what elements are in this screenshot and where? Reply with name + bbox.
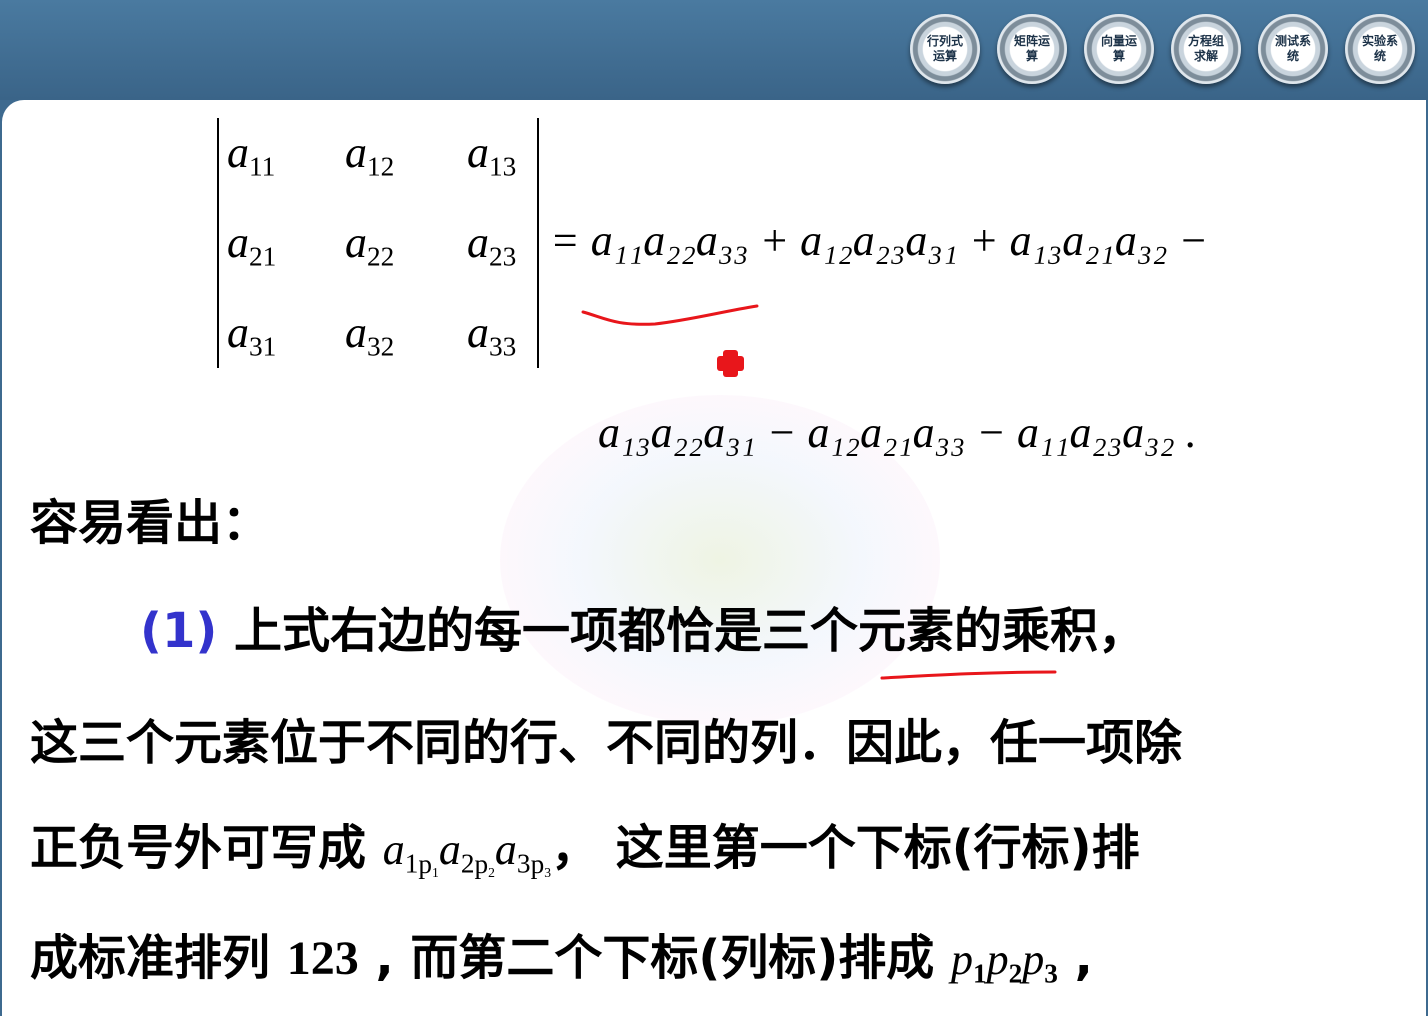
text-segment: , 而第二个下标(列标)排成 [375, 930, 935, 986]
column-permutation: p1p2p3 [951, 935, 1058, 989]
item-line-4: 成标准排列 123 , 而第二个下标(列标)排成 p1p2p3 , [30, 930, 1093, 1002]
item-line-2: 这三个元素位于不同的行、不同的列．因此，任一项除 [30, 715, 1183, 771]
text-segment: 正负号外可写成 [30, 820, 367, 876]
intro-text: 容易看出： [30, 495, 271, 551]
text-segment: , [1074, 930, 1093, 986]
item-text: 上式右边的每一项都恰是三个元素的乘积， [234, 603, 1147, 659]
text-segment: 成标准排列 [30, 930, 271, 986]
inline-formula: a1p1a2p2a3p3 [382, 825, 552, 880]
underline-annotation [880, 670, 1057, 680]
standard-permutation: 123 [286, 932, 359, 985]
underline-annotation [581, 304, 759, 326]
pointer-cross-icon [717, 350, 744, 377]
text-segment: ， 这里第一个下标(行标)排 [551, 820, 1140, 876]
item-line-3: 正负号外可写成 a1p1a2p2a3p3， 这里第一个下标(行标)排 [30, 820, 1140, 901]
item-number: (1) [140, 603, 218, 659]
item-line-1: (1) 上式右边的每一项都恰是三个元素的乘积， [140, 603, 1146, 659]
